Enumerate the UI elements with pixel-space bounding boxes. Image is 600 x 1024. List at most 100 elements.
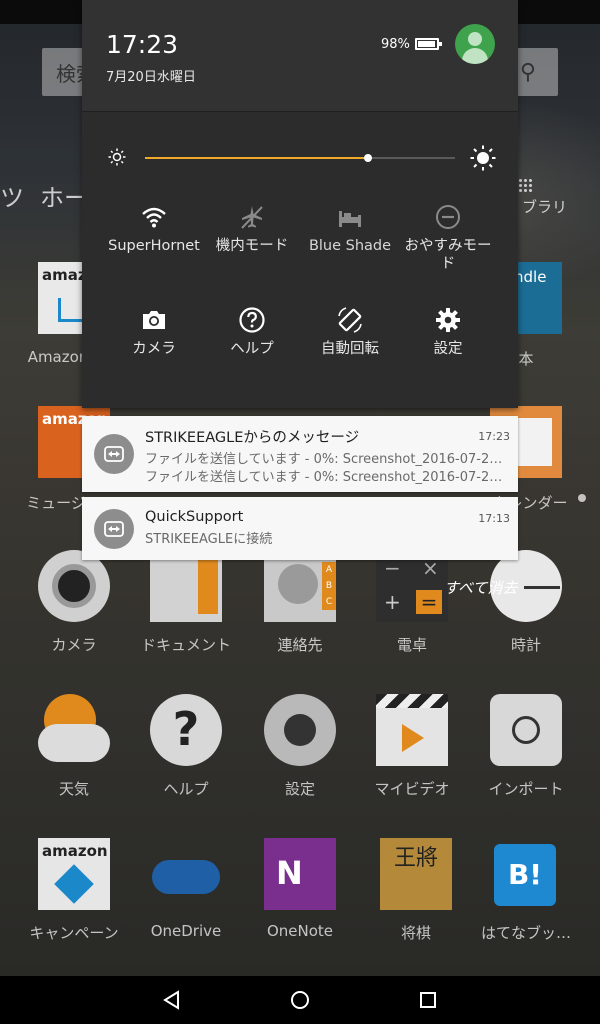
notification-card[interactable]: QuickSupport 17:13 STRIKEEAGLEに接続: [82, 497, 518, 560]
teamviewer-icon: [94, 434, 134, 474]
tile-airplane-mode[interactable]: 機内モード: [203, 203, 301, 255]
tag-icon: [54, 864, 94, 904]
auto-rotate-icon: [338, 307, 362, 333]
camera-icon: [143, 311, 165, 329]
airplane-mode-icon: [241, 206, 263, 229]
app-my-videos[interactable]: [376, 694, 448, 766]
brightness-slider-fill: [145, 157, 369, 159]
calc-equals: =: [416, 590, 442, 614]
amazon-logo-text: amazon: [42, 842, 108, 860]
tile-label: おやすみモード: [404, 238, 492, 272]
clock-hand-icon: [524, 586, 560, 589]
app-label: OneNote: [266, 922, 334, 940]
tile-label: カメラ: [132, 341, 176, 357]
app-label: 天気: [58, 780, 89, 798]
app-contacts[interactable]: A B C: [264, 550, 336, 622]
app-label: 設定: [284, 780, 315, 798]
app-label: 電卓: [396, 636, 427, 654]
app-help[interactable]: ?: [150, 694, 222, 766]
app-documents[interactable]: [150, 550, 222, 622]
tile-settings[interactable]: 設定: [399, 306, 497, 358]
app-label: OneDrive: [150, 922, 222, 940]
tile-label: ヘルプ: [230, 341, 274, 357]
tile-camera[interactable]: カメラ: [105, 306, 203, 358]
home-tab-home[interactable]: ホー: [40, 178, 88, 213]
index-letter: B: [325, 581, 333, 591]
usb-icon: [512, 716, 540, 744]
wifi-icon: [142, 207, 166, 228]
avatar-head: [468, 32, 482, 46]
blue-shade-icon: [339, 211, 361, 227]
tile-wifi[interactable]: SuperHornet: [105, 203, 203, 255]
index-letter: C: [325, 597, 333, 607]
app-settings[interactable]: [264, 694, 336, 766]
tile-blue-shade[interactable]: Blue Shade: [301, 203, 399, 255]
tile-help[interactable]: ヘルプ: [203, 306, 301, 358]
quick-settings-panel: 17:23 7月20日水曜日 98% SuperHornet 機内モード Blu…: [82, 0, 518, 408]
app-label: カメラ: [51, 636, 97, 654]
brightness-slider-thumb[interactable]: [364, 154, 373, 162]
search-icon: ⚲: [519, 60, 536, 85]
recents-icon[interactable]: [416, 988, 440, 1012]
tile-label: SuperHornet: [108, 238, 200, 254]
page-indicator-dot: [578, 494, 586, 502]
navigation-bar: [0, 976, 600, 1024]
notification-time: 17:23: [478, 430, 510, 443]
app-shogi[interactable]: 王將: [380, 838, 452, 910]
notification-time: 17:13: [478, 512, 510, 525]
app-label: ヘルプ: [163, 780, 209, 798]
app-amazon-campaign[interactable]: amazon: [38, 838, 110, 910]
app-label: ドキュメント: [140, 636, 231, 654]
library-grid-icon: [518, 178, 532, 192]
app-weather[interactable]: [38, 694, 110, 766]
brightness-high-icon: [470, 145, 496, 171]
tile-label: 自動回転: [321, 341, 379, 357]
notification-title: STRIKEEAGLEからのメッセージ: [145, 430, 360, 446]
cloud-icon: [152, 860, 220, 894]
gear-icon: [284, 714, 316, 746]
app-label: キャンペーン: [29, 924, 119, 942]
notification-line: ファイルを送信しています - 0%: Screenshot_2016-07-20…: [145, 470, 510, 485]
notification-line: ファイルを送信しています - 0%: Screenshot_2016-07-20…: [145, 452, 510, 467]
tile-label: Blue Shade: [308, 238, 392, 254]
user-avatar[interactable]: [455, 24, 495, 64]
home-tab-library[interactable]: ブラリ: [522, 196, 567, 217]
clock-time: 17:23: [106, 30, 179, 59]
back-icon[interactable]: [160, 988, 184, 1012]
index-letter: A: [325, 565, 333, 575]
app-label: はてなブッ…: [480, 924, 571, 942]
clock-date: 7月20日水曜日: [106, 70, 196, 85]
app-camera[interactable]: [38, 550, 110, 622]
onenote-letter: N: [276, 854, 303, 892]
home-icon[interactable]: [288, 988, 312, 1012]
tile-auto-rotate[interactable]: 自動回転: [301, 306, 399, 358]
brightness-slider[interactable]: [145, 154, 455, 162]
app-onedrive[interactable]: [150, 838, 222, 910]
teamviewer-icon: [94, 508, 134, 549]
tile-do-not-disturb[interactable]: おやすみモード: [399, 203, 497, 273]
quick-settings-header: 17:23 7月20日水曜日 98%: [82, 0, 518, 112]
hatena-logo-text: B!: [507, 858, 543, 891]
home-tab-left[interactable]: ツ: [0, 178, 24, 213]
brightness-low-icon: [108, 148, 126, 166]
app-calculator[interactable]: − × + =: [376, 550, 448, 622]
app-hatena-bookmark[interactable]: B!: [494, 844, 556, 906]
kindle-label: ndle: [514, 268, 547, 286]
battery-icon: [415, 38, 442, 50]
app-onenote[interactable]: N: [264, 838, 336, 910]
app-label: 連絡先: [277, 636, 323, 654]
battery-percentage: 98%: [381, 37, 410, 52]
app-label: インポート: [488, 780, 564, 798]
app-import[interactable]: [490, 694, 562, 766]
clear-all-button[interactable]: すべて消去: [444, 577, 517, 598]
app-label: 時計: [510, 636, 541, 654]
calc-plus: +: [384, 590, 401, 614]
question-mark-icon: ?: [172, 702, 200, 756]
app-label: 将棋: [400, 924, 431, 942]
app-label: マイビデオ: [374, 780, 450, 798]
shogi-piece-text: 王將: [394, 846, 439, 871]
notification-card[interactable]: STRIKEEAGLEからのメッセージ 17:23 ファイルを送信しています -…: [82, 416, 518, 492]
clapperboard-icon: [376, 694, 448, 708]
tile-label: 機内モード: [215, 238, 289, 254]
cloud-icon: [38, 724, 110, 762]
